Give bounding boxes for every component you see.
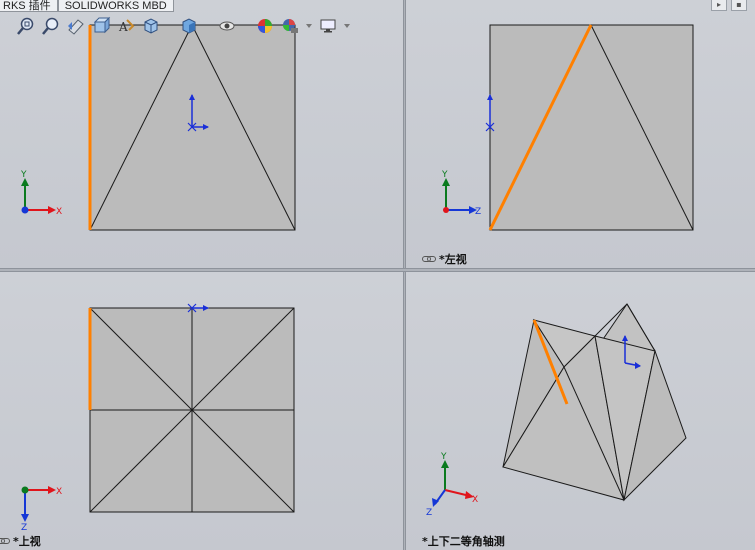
viewport-isometric[interactable]: Y X Z *上下二等角轴测 (406, 272, 755, 550)
display-style-icon[interactable] (177, 14, 201, 38)
command-manager-tabs: RKS 插件 SOLIDWORKS MBD (0, 0, 174, 12)
tab-solidworks-mbd[interactable]: SOLIDWORKS MBD (57, 0, 174, 12)
link-views-icon[interactable] (422, 255, 436, 263)
hide-show-items-icon[interactable] (215, 14, 239, 38)
triad-x-label: X (56, 207, 62, 217)
view-orientation-icon[interactable] (139, 14, 163, 38)
tab-rks-addin[interactable]: RKS 插件 (0, 0, 58, 12)
dynamic-annotation-views-icon[interactable]: A (114, 14, 138, 38)
triad-x-label: X (472, 495, 478, 505)
top-view-graphics[interactable]: Z X (0, 272, 403, 550)
edit-appearance-icon[interactable] (253, 14, 277, 38)
chevron-down-icon[interactable] (341, 14, 353, 38)
triad-z-label: Z (475, 207, 481, 217)
apply-scene-icon[interactable] (278, 14, 302, 38)
viewport-top[interactable]: Z X *上视 (0, 272, 403, 550)
chevron-down-icon[interactable] (303, 14, 315, 38)
viewport-label-isometric: *上下二等角轴测 (422, 533, 505, 549)
section-view-icon[interactable] (89, 14, 113, 38)
triad-y-label: Y (441, 170, 448, 180)
link-views-icon[interactable] (0, 537, 10, 545)
view-name: *上下二等角轴测 (422, 535, 505, 548)
reference-triad: Y X Z (426, 452, 478, 518)
reference-triad: Y Z (441, 170, 481, 217)
restore-icon[interactable]: ▸ (711, 0, 727, 11)
viewport-front[interactable]: A Y X (0, 0, 403, 268)
isometric-view-graphics[interactable]: Y X Z (406, 272, 755, 550)
viewport-left[interactable]: ▸ ▪ Y Z *左视 (406, 0, 755, 268)
triad-z-label: Z (426, 508, 432, 518)
heads-up-view-toolbar: A (14, 14, 353, 38)
viewport-corner-buttons: ▸ ▪ (711, 0, 747, 11)
pyramid-face[interactable] (489, 24, 694, 231)
triad-y-label: Y (440, 452, 447, 462)
view-name: *左视 (439, 253, 467, 266)
front-view-graphics[interactable]: Y X (0, 0, 403, 268)
zoom-to-area-icon[interactable] (39, 14, 63, 38)
svg-text:A: A (118, 20, 128, 34)
viewport-label-left: *左视 (422, 251, 467, 267)
view-settings-icon[interactable] (316, 14, 340, 38)
zoom-to-fit-icon[interactable] (14, 14, 38, 38)
reference-triad: Z X (21, 486, 62, 533)
viewport-label-top: *上视 (0, 533, 41, 549)
reference-triad: Y X (20, 170, 62, 217)
maximize-icon[interactable]: ▪ (731, 0, 747, 11)
view-name: *上视 (13, 535, 41, 548)
triad-z-label: Z (21, 523, 27, 533)
left-view-graphics[interactable]: Y Z (406, 0, 755, 268)
triad-x-label: X (56, 487, 62, 497)
previous-view-icon[interactable] (64, 14, 88, 38)
triad-y-label: Y (20, 170, 27, 180)
